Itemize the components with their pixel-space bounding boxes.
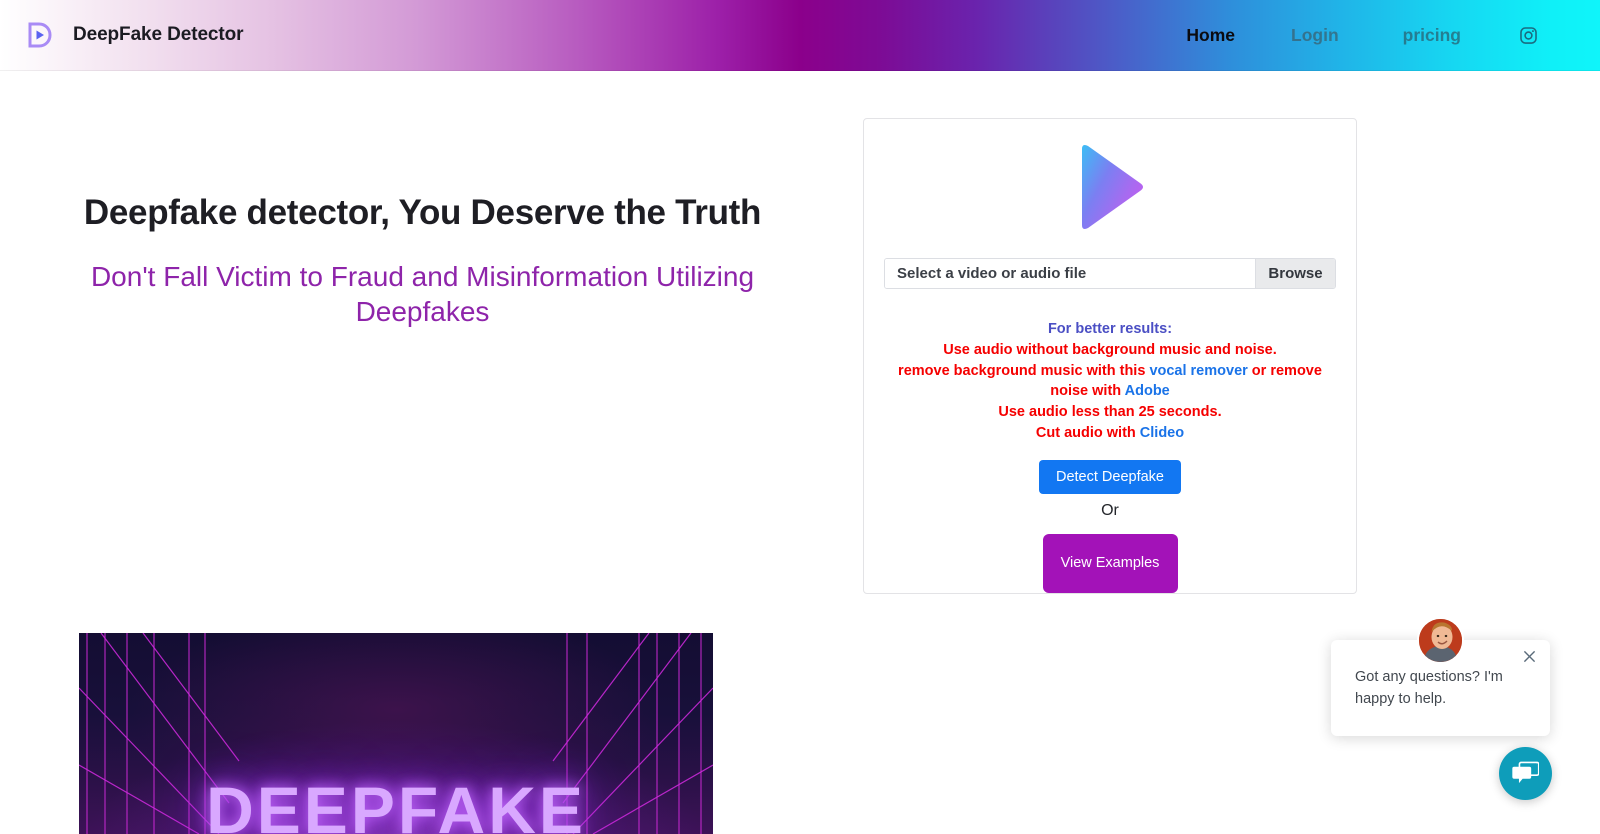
instagram-icon[interactable]	[1519, 26, 1538, 45]
nav-item-pricing[interactable]: pricing	[1403, 25, 1461, 46]
brand[interactable]: DeepFake Detector	[26, 21, 244, 49]
tips-heading: For better results:	[1047, 321, 1173, 338]
brand-title: DeepFake Detector	[73, 24, 244, 45]
nav-item-login[interactable]: Login	[1291, 25, 1339, 46]
top-navbar: DeepFake Detector Home Login pricing	[0, 0, 1600, 71]
tips-line-2: remove background music with this vocal …	[864, 361, 1356, 402]
tips-line-4-pre: Cut audio with	[1035, 424, 1140, 441]
file-select-row: Select a video or audio file Browse	[884, 258, 1336, 290]
tips-block: For better results: Use audio without ba…	[864, 319, 1356, 443]
play-triangle-icon	[1074, 143, 1146, 236]
file-name-input[interactable]: Select a video or audio file	[885, 259, 1255, 289]
detect-deepfake-button[interactable]: Detect Deepfake	[1038, 459, 1181, 494]
tips-line-1: Use audio without background music and n…	[943, 341, 1277, 358]
page-subtitle: Don't Fall Victim to Fraud and Misinform…	[90, 261, 755, 328]
tips-line-4: Cut audio with Clideo	[864, 423, 1356, 444]
deepfake-banner-image: DEEPFAKE	[79, 633, 713, 834]
chat-bubble-icon[interactable]	[1499, 747, 1552, 800]
nav-item-home[interactable]: Home	[1186, 25, 1235, 46]
hero-section: Deepfake detector, You Deserve the Truth…	[0, 71, 845, 330]
clideo-link[interactable]: Clideo	[1140, 425, 1184, 441]
nav-links: Home Login pricing	[1186, 25, 1600, 46]
adobe-link[interactable]: Adobe	[1125, 383, 1170, 399]
browse-button[interactable]: Browse	[1255, 259, 1335, 289]
tips-line-3: Use audio less than 25 seconds.	[998, 404, 1222, 421]
chat-greeting-text: Got any questions? I'm happy to help.	[1355, 669, 1503, 708]
avatar[interactable]	[1417, 617, 1464, 664]
play-in-d-logo-icon	[26, 21, 52, 49]
view-examples-button[interactable]: View Examples	[1042, 533, 1178, 593]
page-title: Deepfake detector, You Deserve the Truth	[83, 193, 762, 232]
vocal-remover-link[interactable]: vocal remover	[1149, 363, 1247, 379]
tips-line-2-pre: remove background music with this	[898, 362, 1150, 379]
upload-card: Select a video or audio file Browse For …	[863, 118, 1357, 594]
close-icon[interactable]	[1521, 648, 1538, 670]
or-separator: Or	[1101, 501, 1119, 519]
banner-title: DEEPFAKE	[206, 773, 586, 834]
